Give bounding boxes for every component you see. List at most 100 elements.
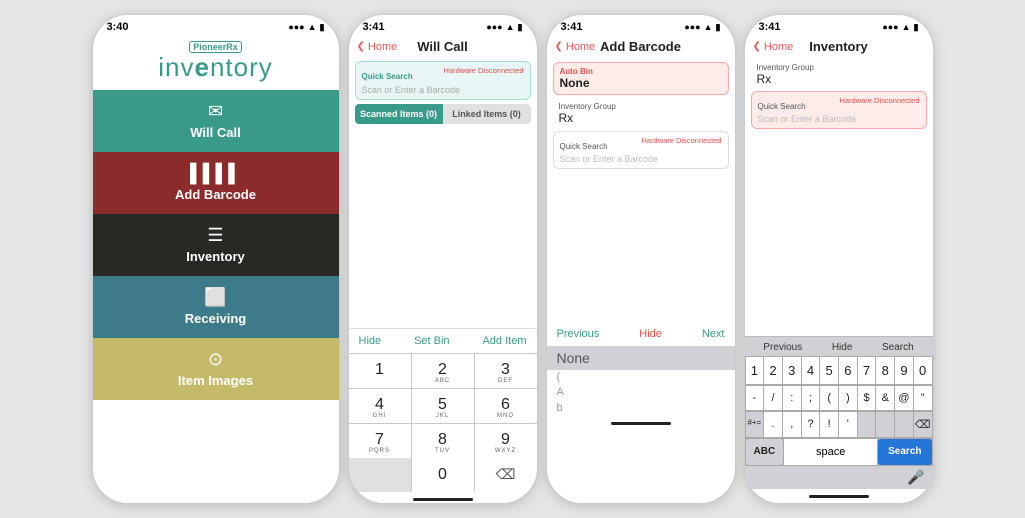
p4-key-0[interactable]: 0 — [914, 357, 932, 384]
p4-key-semi[interactable]: ; — [802, 386, 820, 410]
inventory-icon: ☰ — [207, 225, 223, 246]
time-3: 3:41 — [561, 21, 583, 33]
space-button[interactable]: space — [784, 439, 877, 465]
status-bar-3: 3:41 ●●● ▲ ▮ — [547, 15, 735, 35]
p4-key-1[interactable]: 1 — [746, 357, 764, 384]
p4-key-quote[interactable]: " — [914, 386, 932, 410]
keyboard-numrow: 1 2 3 4 5 6 7 8 9 0 — [745, 356, 933, 385]
battery-icon-3: ▮ — [716, 22, 721, 33]
nav-title-4: Inventory — [809, 39, 868, 54]
inv-group-label-3: Inventory Group — [559, 102, 723, 111]
p4-key-apostrophe[interactable]: ' — [839, 412, 857, 437]
tab-linked-items[interactable]: Linked Items (0) — [443, 104, 531, 124]
key-0[interactable]: 0 — [412, 458, 474, 492]
key-6[interactable]: 6MNO — [475, 389, 537, 423]
bottom-bar-4 — [745, 489, 933, 503]
search-action[interactable]: Search — [882, 342, 914, 353]
mic-icon[interactable]: 🎤 — [907, 469, 924, 486]
set-bin-button[interactable]: Set Bin — [414, 335, 449, 347]
p4-key-9[interactable]: 9 — [895, 357, 913, 384]
keyboard-symrow2: #+= . , ? ! ' ⌫ — [745, 411, 933, 438]
add-barcode-icon: ▌▌▌▌ — [190, 163, 241, 184]
signal-icon-2: ●●● — [486, 22, 502, 32]
key-1[interactable]: 1 — [349, 354, 411, 388]
inv-group-field-4: Inventory Group Rx — [751, 61, 927, 88]
time-1: 3:40 — [107, 21, 129, 33]
logo-area: PioneerRx inventory — [93, 35, 339, 90]
search-button[interactable]: Search — [878, 439, 931, 465]
quick-search-bar-3[interactable]: Quick Search Hardware Disconnected Scan … — [553, 131, 729, 169]
quick-search-bar-2[interactable]: Quick Search Hardware Disconnected Scan … — [355, 61, 531, 100]
inv-group-value-4: Rx — [757, 72, 921, 86]
app-title: inventory — [93, 53, 339, 82]
p4-key-backspace[interactable]: ⌫ — [914, 412, 932, 437]
key-5[interactable]: 5JKL — [412, 389, 474, 423]
p4-key-7[interactable]: 7 — [858, 357, 876, 384]
p4-key-amp[interactable]: & — [876, 386, 894, 410]
inv-group-value-3: Rx — [559, 111, 723, 125]
keyboard-action-row: Previous Hide Search — [745, 336, 933, 356]
p4-key-2[interactable]: 2 — [764, 357, 782, 384]
qs-label-2: Quick Search — [362, 72, 413, 81]
p4-key-closeparen[interactable]: ) — [839, 386, 857, 410]
p4-key-hashplus[interactable]: #+= — [746, 412, 764, 437]
p4-key-empty1 — [858, 412, 876, 437]
p4-key-comma[interactable]: , — [783, 412, 801, 437]
p4-key-6[interactable]: 6 — [839, 357, 857, 384]
p4-key-openparen[interactable]: ( — [820, 386, 838, 410]
previous-button[interactable]: Previous — [557, 328, 600, 340]
key-2[interactable]: 2ABC — [412, 354, 474, 388]
back-button-4[interactable]: ❮ Home — [753, 41, 794, 53]
add-barcode-label: Add Barcode — [175, 187, 256, 202]
key-3[interactable]: 3DEF — [475, 354, 537, 388]
p4-key-colon[interactable]: : — [783, 386, 801, 410]
back-button-3[interactable]: ❮ Home — [555, 41, 596, 53]
p4-key-period[interactable]: . — [764, 412, 782, 437]
chevron-icon-3: ❮ — [555, 41, 563, 52]
app-title-highlight: e — [194, 52, 209, 82]
p4-key-4[interactable]: 4 — [802, 357, 820, 384]
p4-key-8[interactable]: 8 — [876, 357, 894, 384]
p4-key-question[interactable]: ? — [802, 412, 820, 437]
menu-item-item-images[interactable]: ⊙ Item Images — [93, 338, 339, 400]
menu-item-receiving[interactable]: ⬜ Receiving — [93, 276, 339, 338]
receiving-icon: ⬜ — [204, 287, 226, 308]
menu-item-add-barcode[interactable]: ▌▌▌▌ Add Barcode — [93, 152, 339, 214]
hide-button-3[interactable]: Hide — [639, 328, 662, 340]
back-button-2[interactable]: ❮ Home — [357, 41, 398, 53]
menu-item-will-call[interactable]: ✉ Will Call — [93, 90, 339, 152]
battery-icon: ▮ — [320, 22, 325, 33]
key-del[interactable]: ⌫ — [475, 458, 537, 492]
back-label-3: Home — [566, 41, 595, 53]
add-item-button[interactable]: Add Item — [482, 335, 526, 347]
mic-row: 🎤 — [745, 466, 933, 489]
hide-button[interactable]: Hide — [359, 335, 382, 347]
quick-search-bar-4[interactable]: Quick Search Hardware Disconnected Scan … — [751, 91, 927, 129]
p4-key-dash[interactable]: - — [746, 386, 764, 410]
signal-icon-3: ●●● — [684, 22, 700, 32]
hw-status-3: Hardware Disconnected — [641, 136, 721, 145]
next-button[interactable]: Next — [702, 328, 725, 340]
key-9[interactable]: 9WXYZ — [475, 424, 537, 458]
p4-key-exclaim[interactable]: ! — [820, 412, 838, 437]
status-icons-3: ●●● ▲ ▮ — [684, 22, 720, 33]
numpad-empty-left — [349, 458, 411, 492]
p4-key-at[interactable]: @ — [895, 386, 913, 410]
key-4[interactable]: 4GHI — [349, 389, 411, 423]
prev-action[interactable]: Previous — [763, 342, 802, 353]
p4-key-dollar[interactable]: $ — [858, 386, 876, 410]
key-7[interactable]: 7PQRS — [349, 424, 411, 458]
battery-icon-2: ▮ — [518, 22, 523, 33]
status-bar-1: 3:40 ●●● ▲ ▮ — [93, 15, 339, 35]
hide-action[interactable]: Hide — [832, 342, 853, 353]
key-8[interactable]: 8TUV — [412, 424, 474, 458]
abc-button[interactable]: ABC — [746, 439, 784, 465]
menu-item-inventory[interactable]: ☰ Inventory — [93, 214, 339, 276]
screens-container: 3:40 ●●● ▲ ▮ PioneerRx inventory ✉ Will … — [92, 14, 934, 504]
status-bar-2: 3:41 ●●● ▲ ▮ — [349, 15, 537, 35]
chevron-icon-4: ❮ — [753, 41, 761, 52]
tab-scanned-items[interactable]: Scanned Items (0) — [355, 104, 443, 124]
p4-key-5[interactable]: 5 — [820, 357, 838, 384]
p4-key-slash[interactable]: / — [764, 386, 782, 410]
p4-key-3[interactable]: 3 — [783, 357, 801, 384]
